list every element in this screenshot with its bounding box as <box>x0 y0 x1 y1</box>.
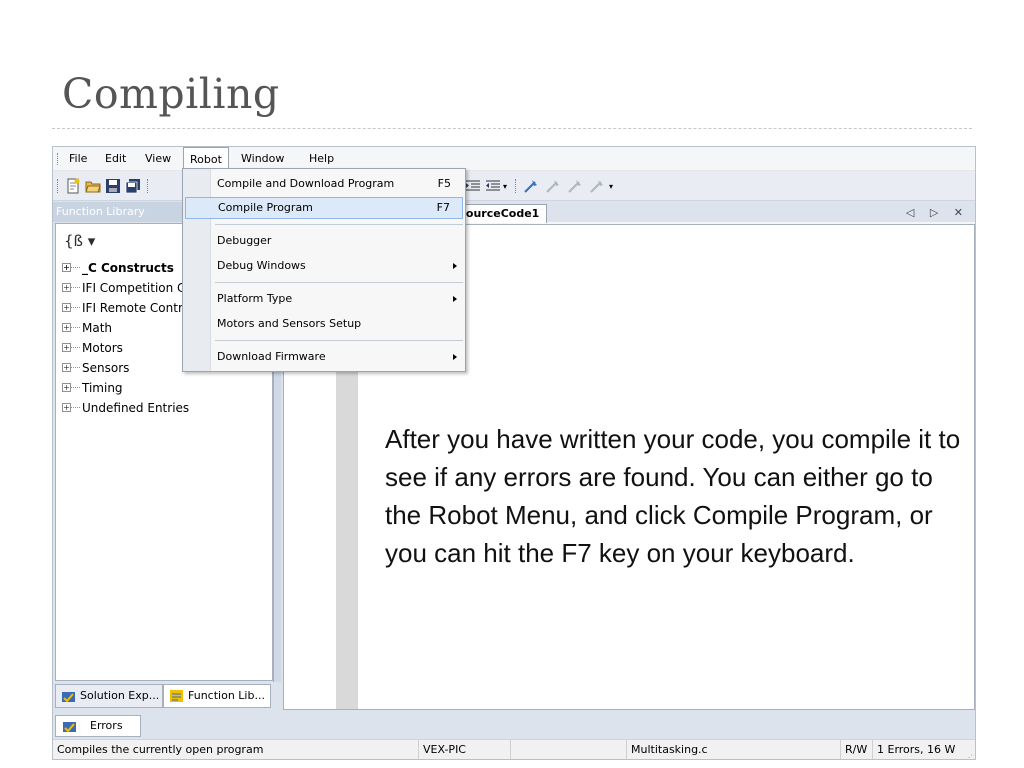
editor-window-controls[interactable]: ◁ ▷ ✕ <box>906 206 969 219</box>
bookmark-prev-icon[interactable] <box>567 178 583 194</box>
menu-item-compile-program[interactable]: Compile Program F7 <box>185 197 463 219</box>
expand-icon[interactable]: + <box>62 363 71 372</box>
open-folder-icon[interactable] <box>85 178 101 194</box>
library-filter-icon[interactable]: {ß ▾ <box>64 232 95 250</box>
tab-solution-explorer[interactable]: Solution Exp... <box>55 684 163 708</box>
errors-icon <box>63 722 76 733</box>
bookmark-clear-icon[interactable] <box>589 178 605 194</box>
solution-explorer-icon <box>62 692 75 703</box>
expand-icon[interactable]: + <box>62 263 71 272</box>
menu-separator <box>215 282 463 283</box>
expand-icon[interactable]: + <box>62 303 71 312</box>
submenu-arrow-icon <box>453 296 457 302</box>
toolbar-grip[interactable] <box>57 179 59 193</box>
tab-function-library[interactable]: Function Lib... <box>163 684 271 708</box>
submenu-arrow-icon <box>453 263 457 269</box>
toolbar-separator <box>147 179 149 193</box>
tree-item-timing[interactable]: + Timing <box>60 378 220 398</box>
toolbar-overflow-icon-2[interactable]: ▾ <box>609 182 625 198</box>
status-mode: R/W <box>841 740 873 759</box>
menu-separator <box>215 340 463 341</box>
indent-icon[interactable] <box>465 178 481 194</box>
slide-instructions: After you have written your code, you co… <box>385 424 961 568</box>
save-all-icon[interactable] <box>125 178 141 194</box>
tab-errors[interactable]: Errors <box>55 715 141 737</box>
expand-icon[interactable]: + <box>62 283 71 292</box>
robot-menu-dropdown: Compile and Download Program F5 Compile … <box>182 168 466 372</box>
status-message: Compiles the currently open program <box>53 740 419 759</box>
title-divider <box>52 128 972 129</box>
menu-file[interactable]: File <box>63 147 93 171</box>
menu-item-debugger[interactable]: Debugger <box>185 230 463 252</box>
function-library-icon <box>170 690 183 702</box>
expand-icon[interactable]: + <box>62 323 71 332</box>
expand-icon[interactable]: + <box>62 343 71 352</box>
status-spacer <box>511 740 627 759</box>
expand-icon[interactable]: + <box>62 383 71 392</box>
save-icon[interactable] <box>105 178 121 194</box>
bookmark-toggle-icon[interactable] <box>523 178 539 194</box>
menu-item-download-firmware[interactable]: Download Firmware <box>185 346 463 368</box>
menu-item-motors-sensors-setup[interactable]: Motors and Sensors Setup <box>185 313 463 335</box>
menu-item-platform-type[interactable]: Platform Type <box>185 288 463 310</box>
bookmark-next-icon[interactable] <box>545 178 561 194</box>
status-bar: Compiles the currently open program VEX-… <box>53 739 975 759</box>
toolbar-grip-2[interactable] <box>515 179 517 193</box>
menu-separator <box>215 224 463 225</box>
status-filename: Multitasking.c <box>627 740 841 759</box>
expand-icon[interactable]: + <box>62 403 71 412</box>
menu-item-compile-download[interactable]: Compile and Download Program F5 <box>185 173 463 195</box>
submenu-arrow-icon <box>453 354 457 360</box>
tree-item-undefined[interactable]: + Undefined Entries <box>60 398 220 418</box>
outdent-icon[interactable] <box>485 178 501 194</box>
menubar-grip[interactable] <box>57 153 59 165</box>
menu-view[interactable]: View <box>139 147 177 171</box>
menu-item-debug-windows[interactable]: Debug Windows <box>185 255 463 277</box>
menu-edit[interactable]: Edit <box>99 147 132 171</box>
status-platform: VEX-PIC <box>419 740 511 759</box>
status-errors: 1 Errors, 16 W <box>877 743 956 756</box>
new-file-icon[interactable] <box>65 178 81 194</box>
resize-grip-icon[interactable]: ⋰ <box>965 748 973 759</box>
slide-title: Compiling <box>62 70 280 118</box>
